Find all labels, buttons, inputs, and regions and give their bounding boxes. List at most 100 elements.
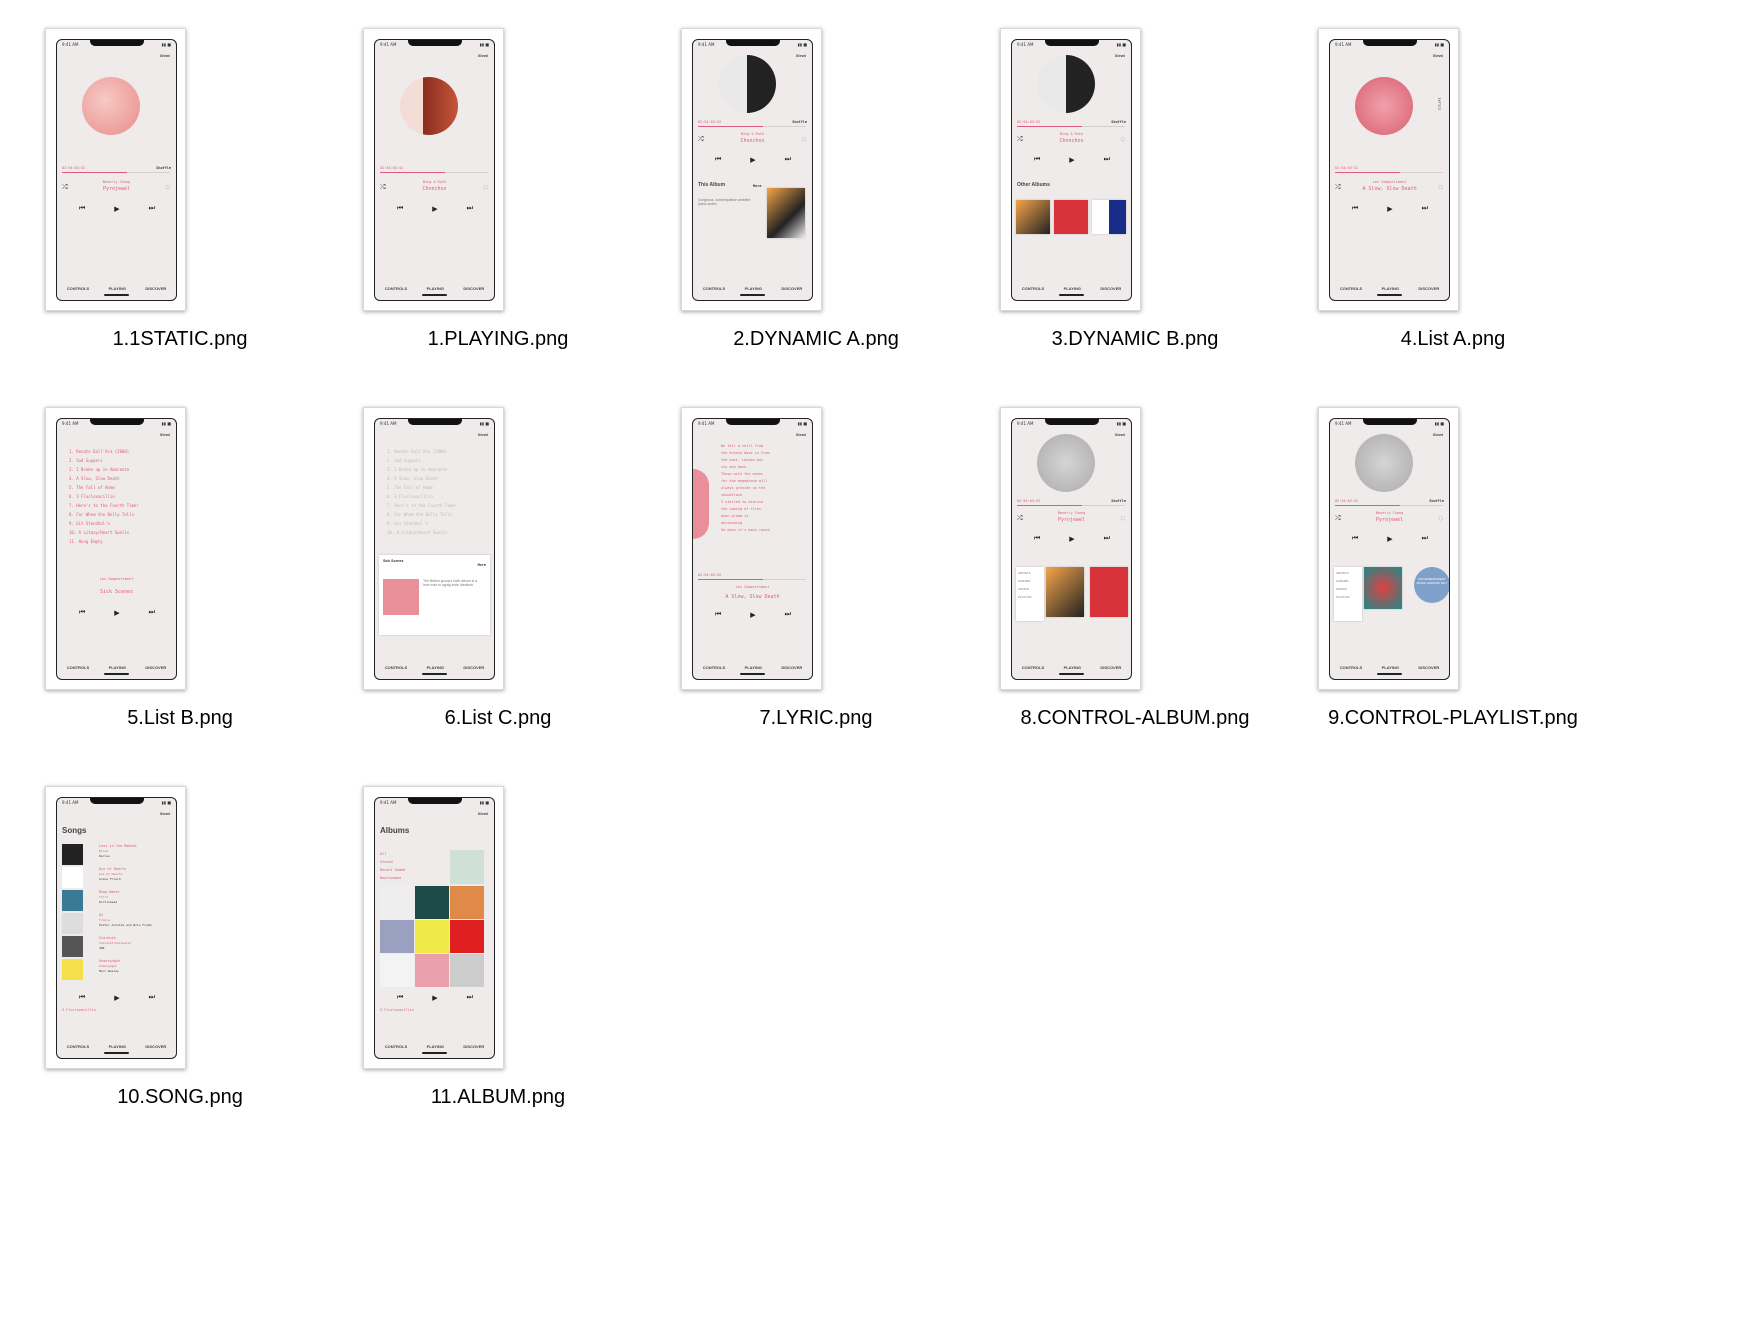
play-icon[interactable]: ▶ [1069, 535, 1074, 543]
file-name[interactable]: 7.LYRIC.png [671, 707, 961, 730]
list-item[interactable]: 2. Sad Suppers [387, 456, 457, 465]
tab-discover[interactable]: DISCOVER [145, 286, 166, 291]
tab-playing[interactable]: PLAYING [427, 286, 444, 291]
more-link[interactable]: More [753, 184, 761, 188]
next-icon[interactable]: ⏭ [785, 611, 791, 619]
tab-controls[interactable]: CONTROLS [1022, 286, 1044, 291]
tab-controls[interactable]: CONTROLS [1022, 665, 1044, 670]
filter-item[interactable]: Recent Added [380, 866, 405, 874]
file-thumbnail[interactable]: 9:41 AM ▮▮ ■ Xiewi CONTROLS PLAYING DISCOVER 0… [1318, 407, 1459, 690]
shuffle-icon[interactable]: ⤮ [62, 183, 68, 192]
previous-icon[interactable]: ⏮ [715, 611, 721, 619]
list-item[interactable]: 10. A Litany/Heart Swells [387, 528, 457, 537]
previous-icon[interactable]: ⏮ [1034, 156, 1040, 164]
tab-playing[interactable]: PLAYING [109, 286, 126, 291]
progress-bar[interactable] [1335, 505, 1443, 506]
list-item[interactable]: 7. Here's to the Fourth Time! [69, 501, 139, 510]
shuffle-icon[interactable]: ⤮ [380, 183, 386, 192]
previous-icon[interactable]: ⏮ [1352, 535, 1358, 543]
list-item[interactable]: 11. Hung Empty [69, 537, 139, 546]
album-tile[interactable] [450, 850, 484, 884]
play-icon[interactable]: ▶ [114, 609, 119, 617]
next-icon[interactable]: ⏭ [1422, 205, 1428, 213]
file-thumbnail[interactable]: 9:41 AM ▮▮ ■ Xiewi CONTROLS PLAYING DISCOVER W… [681, 407, 822, 690]
award-badge[interactable]: AIM INDEPENDENT MUSIC AWARDS 2017 [1414, 567, 1449, 603]
tab-controls[interactable]: CONTROLS [67, 286, 89, 291]
song-title[interactable]: A2 [99, 913, 103, 917]
list-item[interactable]: 4. A Slow, Slow Death [69, 474, 139, 483]
list-item[interactable]: 7. Here's to the Fourth Time! [387, 501, 457, 510]
previous-icon[interactable]: ⏮ [715, 156, 721, 164]
album-card[interactable] [1090, 567, 1128, 617]
list-item[interactable]: 9. Git Stendhal's [69, 519, 139, 528]
repeat-icon[interactable]: ◌ [166, 183, 170, 191]
next-icon[interactable]: ⏭ [149, 994, 155, 1002]
file-thumbnail[interactable]: 9:41 AM ▮▮ ■ Xiewi CONTROLS PLAYING DISCOVER 0… [1318, 28, 1459, 311]
menu-item[interactable]: SONGS [1018, 585, 1042, 593]
tab-discover[interactable]: DISCOVER [145, 1044, 166, 1049]
tab-playing[interactable]: PLAYING [109, 665, 126, 670]
play-icon[interactable]: ▶ [432, 205, 437, 213]
tab-playing[interactable]: PLAYING [1064, 286, 1081, 291]
shuffle-label[interactable]: Shuffle [1429, 499, 1444, 503]
list-item[interactable]: 5. The Fall of Home [69, 483, 139, 492]
shuffle-icon[interactable]: ⤮ [1017, 514, 1023, 523]
file-thumbnail[interactable]: 9:41 AM ▮▮ ■ Xiewi CONTROLS PLAYING DISCOVER 1… [363, 407, 504, 690]
lyrics-tab[interactable]: Lyrics [1438, 98, 1442, 111]
next-icon[interactable]: ⏭ [1104, 535, 1110, 543]
progress-bar[interactable] [1017, 505, 1125, 506]
play-icon[interactable]: ▶ [1069, 156, 1074, 164]
play-icon[interactable]: ▶ [750, 156, 755, 164]
song-title[interactable]: Lost in the Moment [99, 844, 137, 848]
progress-bar[interactable] [698, 579, 806, 580]
next-icon[interactable]: ⏭ [467, 994, 473, 1002]
play-icon[interactable]: ▶ [750, 611, 755, 619]
file-thumbnail[interactable]: 9:41 AM ▮▮ ■ Xiewi CONTROLS PLAYING DISCOVER 0… [681, 28, 822, 311]
tab-controls[interactable]: CONTROLS [1340, 665, 1362, 670]
shuffle-icon[interactable]: ⤮ [1335, 183, 1341, 192]
previous-icon[interactable]: ⏮ [397, 994, 403, 1002]
previous-icon[interactable]: ⏮ [1034, 535, 1040, 543]
repeat-icon[interactable]: ◌ [1439, 183, 1443, 191]
menu-item[interactable]: ALBUMS [1336, 577, 1360, 585]
album-tile[interactable] [380, 954, 414, 987]
album-card[interactable] [1046, 567, 1084, 617]
file-name[interactable]: 2.DYNAMIC A.png [671, 328, 961, 351]
tab-discover[interactable]: DISCOVER [781, 286, 802, 291]
play-icon[interactable]: ▶ [1387, 205, 1392, 213]
tab-discover[interactable]: DISCOVER [463, 286, 484, 291]
album-tile[interactable] [380, 886, 414, 919]
file-name[interactable]: 11.ALBUM.png [353, 1086, 643, 1109]
other-album-card[interactable] [1016, 200, 1050, 234]
tab-discover[interactable]: DISCOVER [1100, 286, 1121, 291]
menu-item[interactable]: PLAYLIST [1018, 593, 1042, 601]
other-album-card[interactable] [1054, 200, 1088, 234]
previous-icon[interactable]: ⏮ [1352, 205, 1358, 213]
album-tile[interactable] [415, 954, 449, 987]
file-name[interactable]: 8.CONTROL-ALBUM.png [990, 707, 1280, 730]
repeat-icon[interactable]: ◌ [802, 135, 806, 143]
tab-discover[interactable]: DISCOVER [463, 1044, 484, 1049]
previous-icon[interactable]: ⏮ [397, 205, 403, 213]
menu-item[interactable]: ALBUMS [1018, 577, 1042, 585]
song-title[interactable]: Stardust [99, 936, 116, 940]
more-link[interactable]: More [478, 563, 486, 567]
tab-controls[interactable]: CONTROLS [1340, 286, 1362, 291]
list-item[interactable]: 9. Git Stendhal's [387, 519, 457, 528]
list-item[interactable]: 3. I Broke up in Amarante [69, 465, 139, 474]
menu-item[interactable]: PLAYLIST [1336, 593, 1360, 601]
tab-discover[interactable]: DISCOVER [1418, 665, 1439, 670]
progress-bar[interactable] [1335, 172, 1443, 173]
list-item[interactable]: 2. Sad Suppers [69, 456, 139, 465]
file-thumbnail[interactable]: 9:41 AM ▮▮ ■ Xiewi CONTROLS PLAYING DISCOVER 0… [45, 28, 186, 311]
file-thumbnail[interactable]: 9:41 AM ▮▮ ■ Xiewi CONTROLS PLAYING DISCOVER S… [45, 786, 186, 1069]
file-thumbnail[interactable]: 9:41 AM ▮▮ ■ Xiewi CONTROLS PLAYING DISCOVER A… [363, 786, 504, 1069]
tab-discover[interactable]: DISCOVER [463, 665, 484, 670]
progress-bar[interactable] [1017, 126, 1125, 127]
album-tile[interactable] [415, 886, 449, 919]
file-thumbnail[interactable]: 9:41 AM ▮▮ ■ Xiewi CONTROLS PLAYING DISCOVER 0… [1000, 407, 1141, 690]
list-item[interactable]: 8. For Whom the Belly Tolls [69, 510, 139, 519]
list-item[interactable]: 3. I Broke up in Amarante [387, 465, 457, 474]
filter-item[interactable]: Stared [380, 858, 405, 866]
progress-bar[interactable] [380, 172, 488, 173]
